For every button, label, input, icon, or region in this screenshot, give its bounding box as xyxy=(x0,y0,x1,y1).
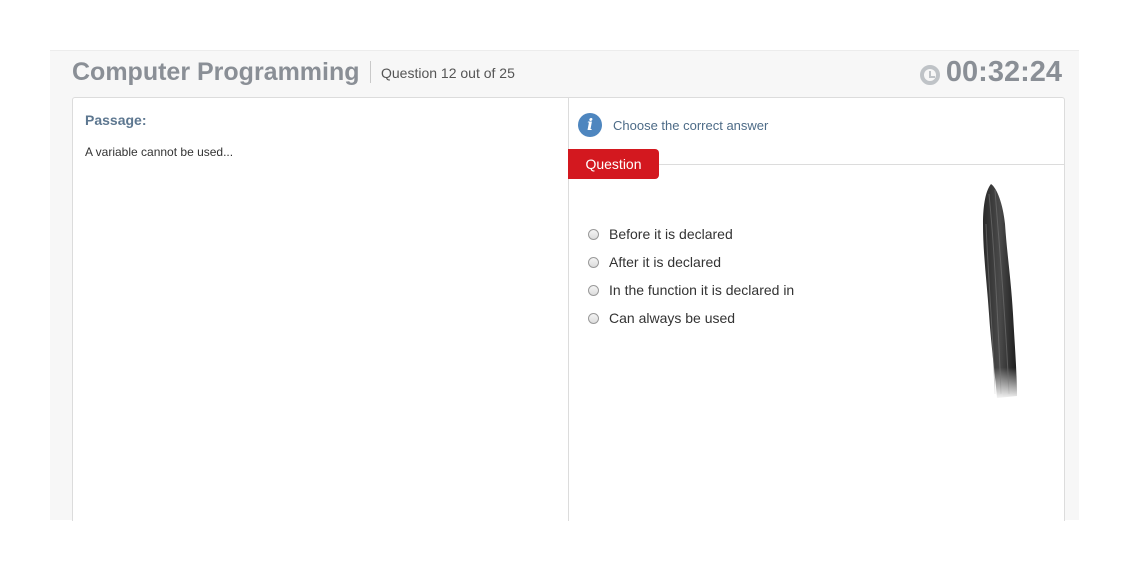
passage-text: A variable cannot be used... xyxy=(85,145,234,159)
question-pane: i Choose the correct answer Question Bef… xyxy=(568,98,1064,521)
question-counter: Question 12 out of 25 xyxy=(381,65,515,81)
radio-button[interactable] xyxy=(588,312,599,324)
answer-option-label[interactable]: In the function it is declared in xyxy=(609,282,794,298)
timer-value: 00:32:24 xyxy=(945,56,1062,88)
exam-header: Computer Programming Question 12 out of … xyxy=(50,51,1079,97)
passage-pane[interactable]: Passage: A variable cannot be used... xyxy=(73,98,569,521)
answer-option-label[interactable]: Before it is declared xyxy=(609,226,733,242)
instruction-text: Choose the correct answer xyxy=(613,118,769,133)
radio-button[interactable] xyxy=(588,228,599,240)
timer: 00:32:24 xyxy=(919,56,1062,89)
answer-option-label[interactable]: Can always be used xyxy=(609,310,735,326)
info-icon: i xyxy=(578,113,602,137)
clock-icon xyxy=(919,64,940,85)
answer-option[interactable]: Can always be used xyxy=(588,304,794,332)
tab-question[interactable]: Question xyxy=(568,149,659,179)
exam-frame: Computer Programming Question 12 out of … xyxy=(50,50,1079,521)
answer-option[interactable]: After it is declared xyxy=(588,248,794,276)
question-image xyxy=(983,184,1017,398)
passage-label: Passage: xyxy=(85,112,147,128)
answer-option-label[interactable]: After it is declared xyxy=(609,254,721,270)
radio-button[interactable] xyxy=(588,256,599,268)
page-title: Computer Programming xyxy=(72,58,360,86)
answer-option[interactable]: Before it is declared xyxy=(588,220,794,248)
radio-button[interactable] xyxy=(588,284,599,296)
header-divider xyxy=(370,61,371,83)
content-panel: Passage: A variable cannot be used... i … xyxy=(72,97,1065,521)
answer-option[interactable]: In the function it is declared in xyxy=(588,276,794,304)
answer-options: Before it is declared After it is declar… xyxy=(588,220,794,332)
